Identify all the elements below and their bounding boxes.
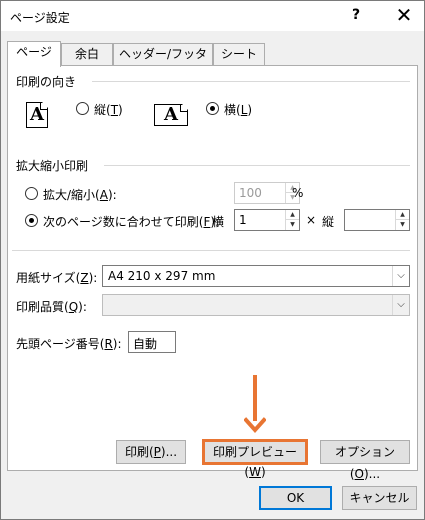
zoom-spinner[interactable]: 100 ▲ ▼ — [234, 182, 300, 204]
fit-tall-label: 縦 — [322, 215, 335, 229]
portrait-radio[interactable] — [76, 102, 89, 115]
fit-wide-value: 1 — [239, 213, 247, 227]
fit-to-pages-label[interactable]: 次のページ数に合わせて印刷(F): — [43, 213, 219, 230]
first-page-number-label: 先頭ページ番号(R): — [16, 337, 122, 351]
title-bar: ページ設定 ? ✕ — [1, 1, 424, 31]
landscape-page-icon: A — [154, 104, 188, 126]
paper-size-value: A4 210 x 297 mm — [108, 269, 216, 283]
paper-size-select[interactable]: A4 210 x 297 mm ⌵ — [102, 265, 410, 287]
fit-wide-label: 横 — [212, 215, 225, 229]
first-page-number-value: 自動 — [133, 337, 158, 351]
tab-sheet[interactable]: シート — [213, 43, 265, 65]
dialog-title: ページ設定 — [10, 11, 70, 25]
print-quality-select[interactable]: ⌵ — [102, 294, 410, 316]
orientation-group-divider — [92, 81, 410, 82]
print-quality-label: 印刷品質(Q): — [16, 300, 87, 314]
fit-wide-spinner[interactable]: 1 ▲ ▼ — [234, 209, 300, 231]
tab-margins[interactable]: 余白 — [61, 43, 113, 65]
section-divider — [12, 250, 410, 251]
print-button[interactable]: 印刷(P)... — [116, 440, 186, 464]
zoom-label[interactable]: 拡大/縮小(A): — [43, 186, 117, 203]
landscape-radio[interactable] — [206, 102, 219, 115]
fit-tall-spinner[interactable]: ▲ ▼ — [344, 209, 410, 231]
zoom-value: 100 — [239, 186, 262, 200]
landscape-label[interactable]: 横(L) — [224, 101, 252, 118]
fit-to-pages-radio[interactable] — [25, 214, 38, 227]
portrait-label[interactable]: 縦(T) — [94, 101, 123, 118]
portrait-page-icon: A — [26, 102, 48, 128]
scaling-group-divider — [104, 165, 410, 166]
tab-panel-page: 印刷の向き A 縦(T) A 横(L) 拡大縮小印刷 拡大/縮小(A): 100… — [7, 65, 418, 481]
spin-down-icon[interactable]: ▼ — [286, 220, 299, 230]
page-setup-dialog: ページ設定 ? ✕ ページ 余白 ヘッダー/フッター シート 印刷の向き A 縦… — [0, 0, 425, 520]
first-page-number-input[interactable]: 自動 — [128, 331, 176, 353]
spin-down-icon[interactable]: ▼ — [396, 220, 409, 230]
tab-header-footer[interactable]: ヘッダー/フッター — [113, 43, 213, 81]
tab-page[interactable]: ページ — [7, 41, 61, 67]
chevron-down-icon[interactable]: ⌵ — [392, 266, 409, 286]
help-button[interactable]: ? — [346, 7, 366, 23]
zoom-radio[interactable] — [25, 187, 38, 200]
cancel-button[interactable]: キャンセル — [342, 486, 417, 510]
ok-button[interactable]: OK — [259, 486, 332, 510]
zoom-unit: % — [292, 186, 304, 200]
times-sign: × — [306, 213, 317, 227]
print-preview-button[interactable]: 印刷プレビュー(W) — [203, 440, 307, 479]
spin-up-icon[interactable]: ▲ — [396, 210, 409, 220]
options-button[interactable]: オプション(O)... — [320, 440, 410, 481]
paper-size-label: 用紙サイズ(Z): — [16, 271, 98, 285]
spin-up-icon[interactable]: ▲ — [286, 210, 299, 220]
orientation-group-label: 印刷の向き — [16, 73, 77, 90]
close-button[interactable]: ✕ — [389, 3, 419, 27]
down-arrow-icon — [244, 417, 266, 433]
scaling-group-label: 拡大縮小印刷 — [16, 157, 89, 174]
chevron-down-icon[interactable]: ⌵ — [392, 295, 409, 315]
